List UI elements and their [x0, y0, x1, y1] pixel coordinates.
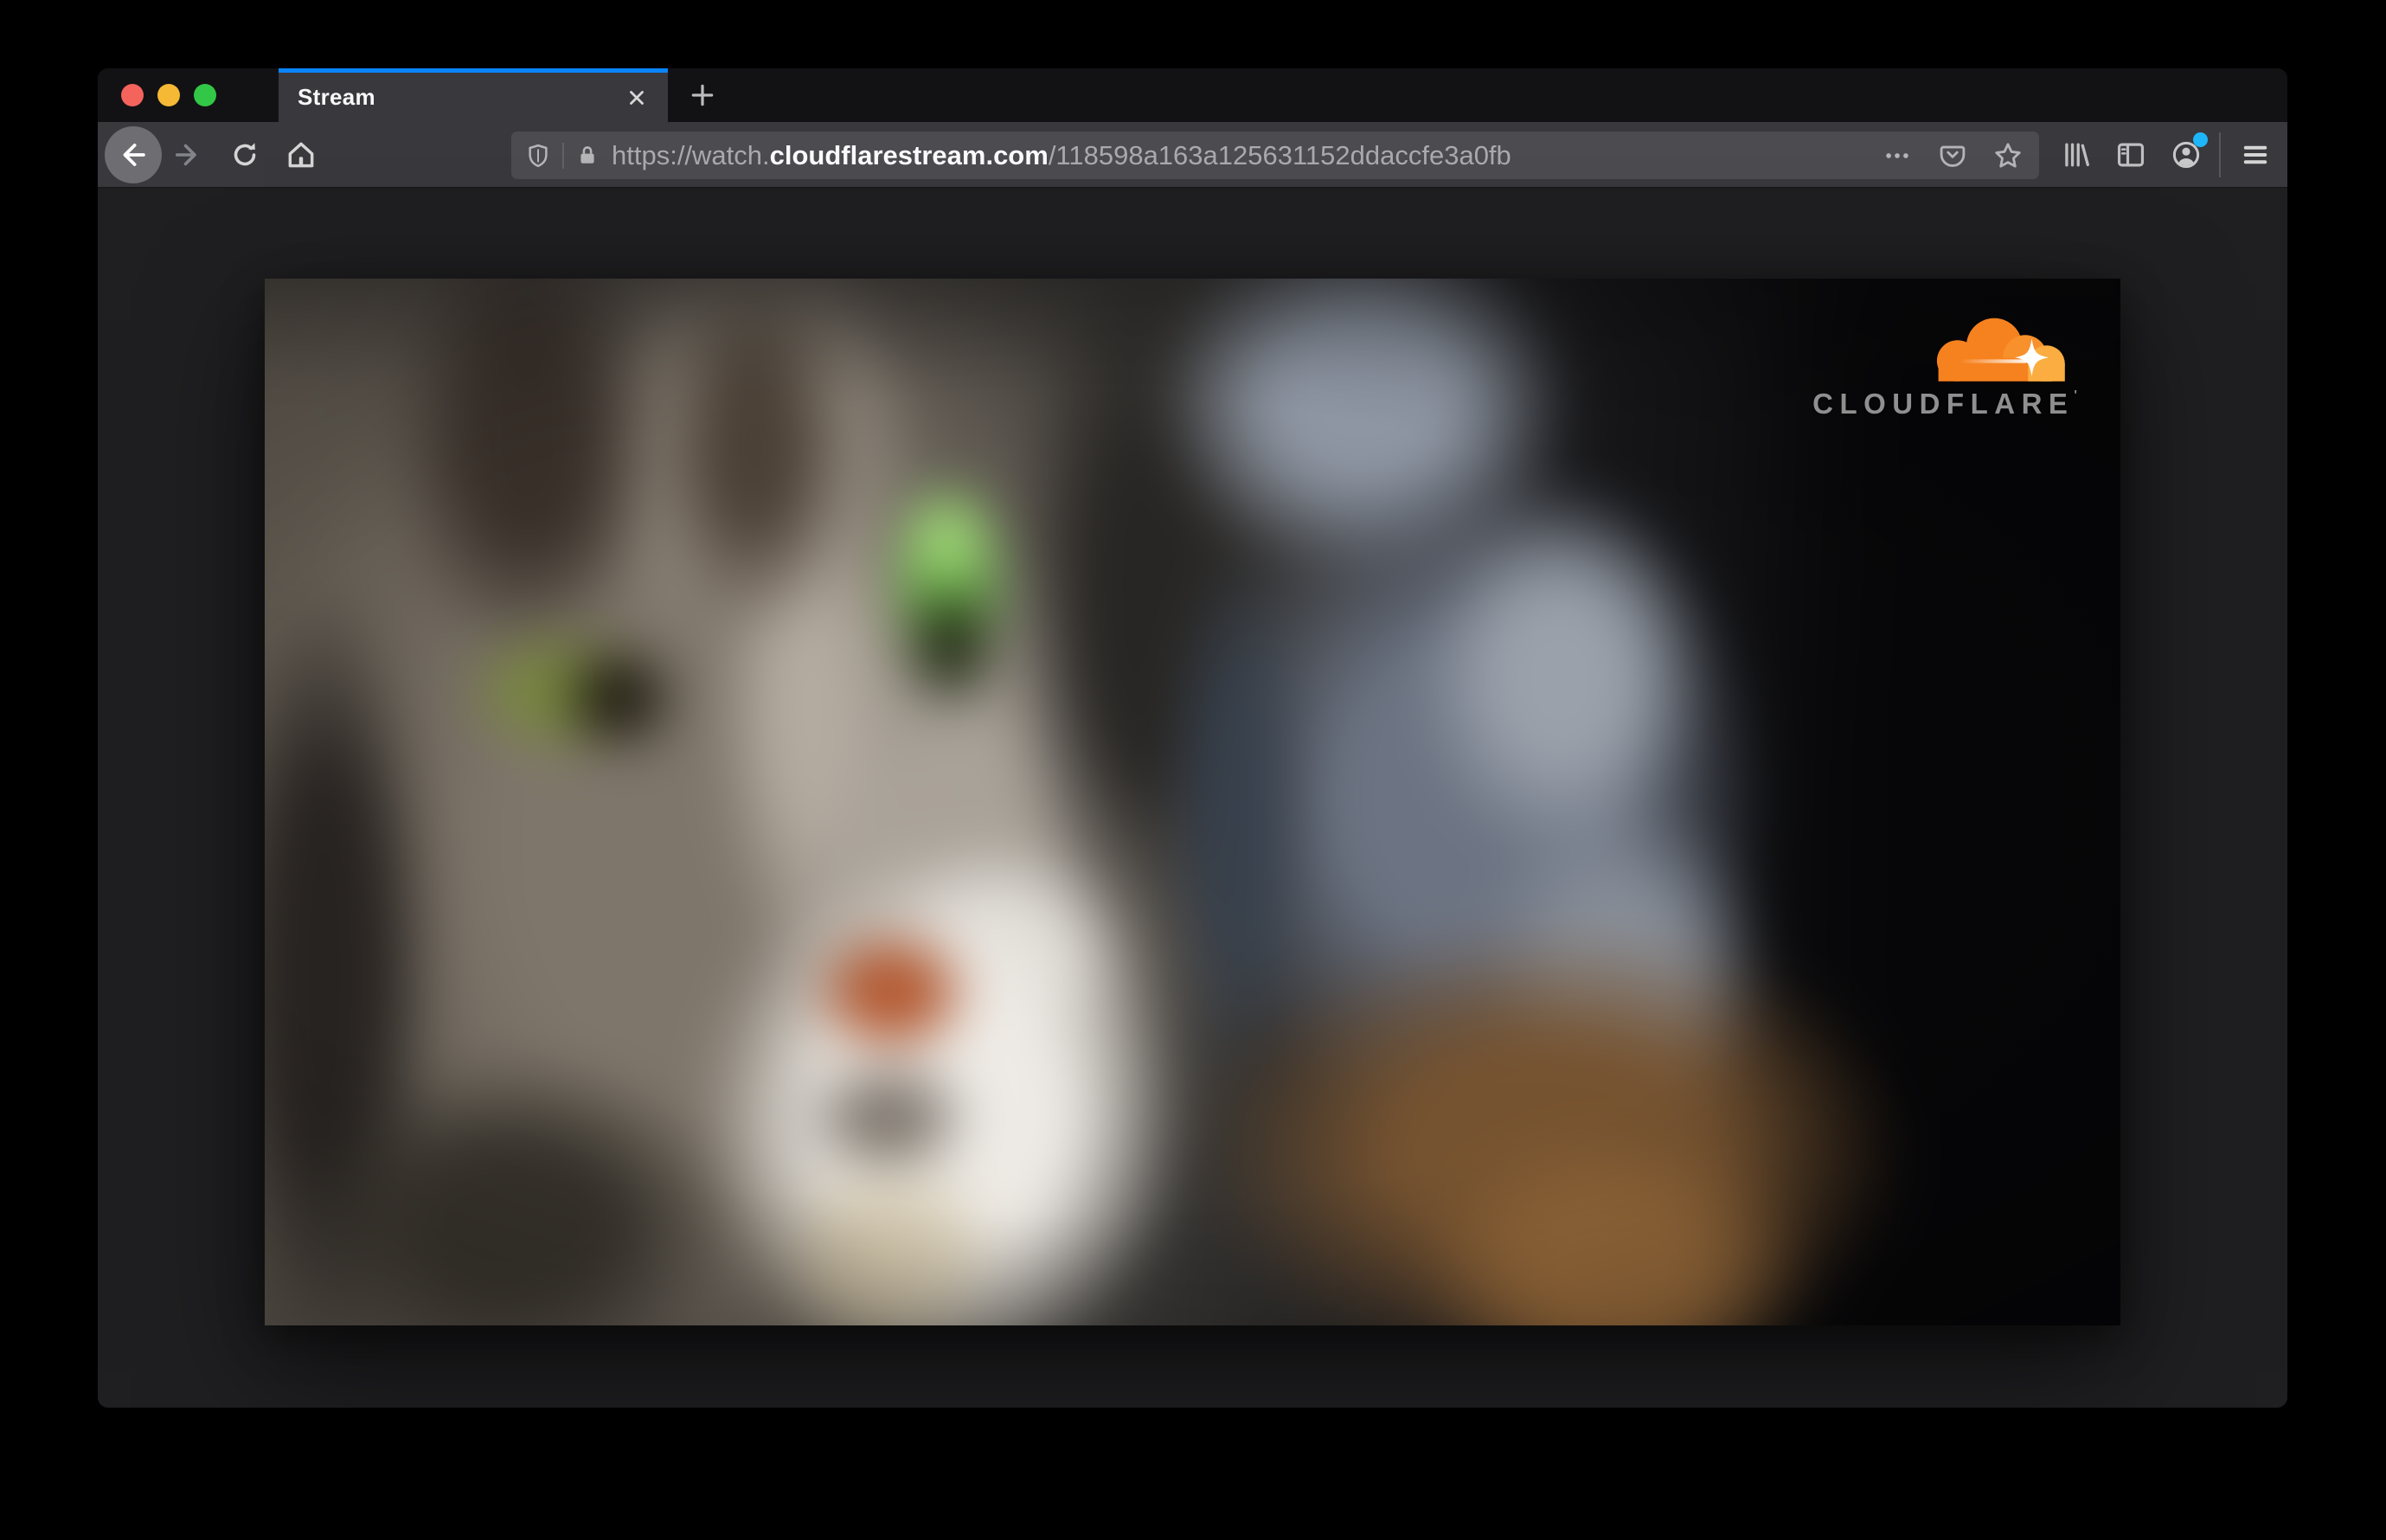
video-player[interactable]: CLOUDFLARE'	[265, 279, 2120, 1325]
library-icon	[2065, 143, 2089, 167]
urlbar-divider	[562, 142, 564, 169]
navigation-toolbar: https://watch.cloudflarestream.com/11859…	[98, 122, 2287, 189]
tab-title: Stream	[298, 84, 375, 110]
cloudflare-brand-text: CLOUDFLARE	[1812, 388, 2075, 420]
tab-close-button[interactable]	[619, 80, 654, 115]
account-button[interactable]	[2167, 132, 2208, 174]
new-tab-button[interactable]	[683, 75, 722, 115]
page-actions-button[interactable]	[1880, 138, 1915, 173]
forward-button[interactable]	[168, 136, 206, 174]
plus-icon	[691, 84, 714, 106]
library-button[interactable]	[2057, 136, 2095, 174]
window-controls	[121, 68, 216, 122]
cloudflare-trademark-tick: '	[2074, 388, 2077, 402]
tracking-protection-shield-icon[interactable]	[525, 143, 551, 169]
bookmark-star-button[interactable]	[1991, 138, 2025, 173]
cloudflare-watermark: CLOUDFLARE'	[1812, 317, 2077, 420]
forward-arrow-icon	[175, 144, 196, 166]
back-arrow-icon	[123, 144, 145, 166]
tab-bar: Stream	[98, 68, 2287, 122]
url-domain: cloudflarestream.com	[769, 139, 1049, 170]
cloudflare-cloud-icon	[1936, 318, 2065, 382]
hamburger-icon	[2243, 145, 2267, 164]
sidebar-icon	[2117, 143, 2145, 167]
url-bar[interactable]: https://watch.cloudflarestream.com/11859…	[511, 132, 2039, 179]
zoom-window-button[interactable]	[194, 84, 216, 106]
cloudflare-wordmark: CLOUDFLARE'	[1812, 388, 2077, 420]
home-icon	[288, 142, 314, 168]
back-button[interactable]	[105, 126, 162, 183]
url-path: /118598a163a125631152ddaccfe3a0fb	[1048, 139, 1511, 170]
ellipsis-icon	[1886, 152, 1908, 158]
minimize-window-button[interactable]	[157, 84, 180, 106]
menu-button[interactable]	[2236, 136, 2274, 174]
reload-button[interactable]	[226, 136, 264, 174]
account-notification-dot	[2193, 132, 2208, 147]
browser-window: Stream https://watch.cloudflarestream.co…	[98, 68, 2287, 1408]
sidebar-button[interactable]	[2112, 136, 2150, 174]
toolbar-divider	[2219, 132, 2221, 177]
close-icon	[630, 90, 644, 105]
url-text: https://watch.cloudflarestream.com/11859…	[612, 140, 1511, 171]
star-icon	[1995, 142, 2021, 168]
url-prefix: https://watch.	[612, 139, 770, 170]
page-content: CLOUDFLARE'	[98, 279, 2287, 1408]
home-button[interactable]	[282, 136, 320, 174]
pocket-icon	[1940, 145, 1966, 167]
close-window-button[interactable]	[121, 84, 144, 106]
video-vignette	[265, 279, 2120, 1325]
tab-stream[interactable]: Stream	[279, 68, 668, 122]
lock-icon[interactable]	[575, 144, 600, 168]
reload-icon	[234, 143, 256, 166]
desktop: { "browser": { "window_controls": { "clo…	[0, 0, 2386, 1540]
save-to-pocket-button[interactable]	[1935, 138, 1970, 173]
